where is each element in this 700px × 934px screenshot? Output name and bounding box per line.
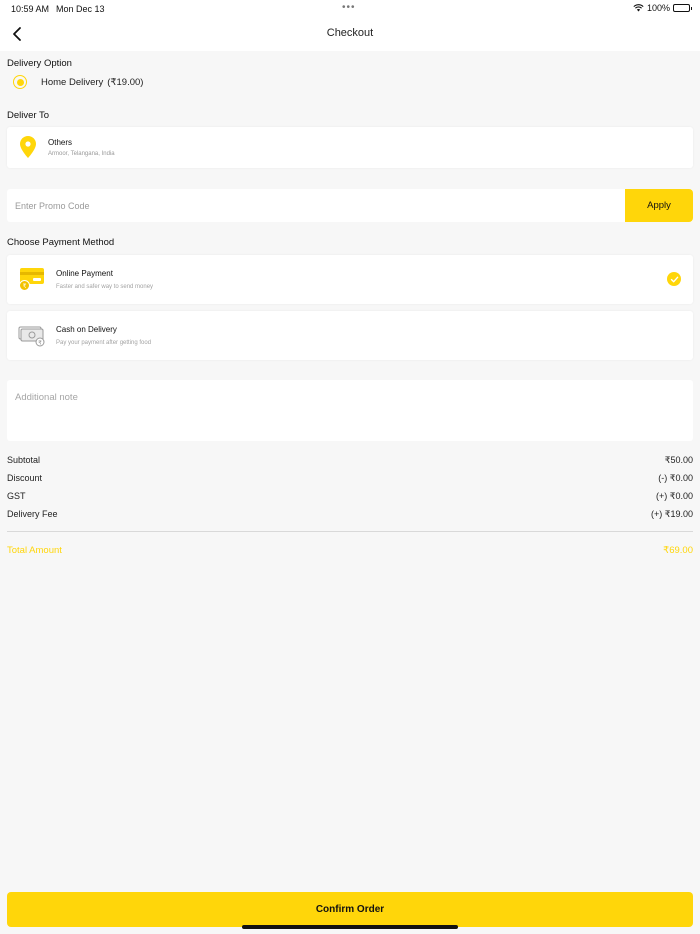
address-card[interactable]: Others Armoor, Telangana, India — [7, 127, 693, 168]
cod-subtitle: Pay your payment after getting food — [56, 340, 152, 346]
gst-label: GST — [7, 491, 26, 501]
multitask-dots-icon[interactable]: ••• — [342, 2, 356, 13]
page-title: Checkout — [326, 27, 374, 39]
summary-divider — [7, 531, 693, 532]
home-delivery-option[interactable]: Home Delivery (₹19.00) — [13, 75, 143, 89]
selected-check-icon — [667, 272, 681, 286]
home-delivery-label: Home Delivery — [41, 76, 104, 88]
address-text: Armoor, Telangana, India — [48, 151, 115, 157]
discount-value: (-) ₹0.00 — [658, 473, 693, 483]
svg-text:₹: ₹ — [38, 339, 42, 346]
payment-method-heading: Choose Payment Method — [7, 237, 115, 248]
gst-value: (+) ₹0.00 — [656, 491, 693, 501]
delivery-option-heading: Delivery Option — [7, 58, 72, 69]
additional-note-input[interactable] — [7, 380, 693, 441]
cash-icon: ₹ — [18, 326, 45, 347]
payment-option-online[interactable]: ₹ Online Payment Faster and safer way to… — [7, 255, 693, 304]
credit-card-icon: ₹ — [19, 268, 44, 291]
nav-bar: Checkout — [0, 18, 700, 51]
deliver-to-heading: Deliver To — [7, 110, 50, 121]
delivery-fee-label: Delivery Fee — [7, 509, 58, 519]
discount-label: Discount — [7, 473, 43, 483]
status-right: 100% — [633, 3, 692, 13]
battery-percent: 100% — [646, 3, 670, 13]
total-amount-value: ₹69.00 — [663, 545, 693, 556]
home-delivery-price: (₹19.00) — [107, 76, 144, 88]
svg-text:₹: ₹ — [23, 283, 27, 290]
confirm-order-button[interactable]: Confirm Order — [7, 892, 693, 927]
total-amount-label: Total Amount — [7, 545, 62, 556]
subtotal-label: Subtotal — [7, 455, 41, 465]
status-time: 10:59 AM — [11, 4, 50, 14]
promo-code-bar: Apply — [7, 189, 693, 222]
payment-option-cod[interactable]: ₹ Cash on Delivery Pay your payment afte… — [7, 311, 693, 360]
online-payment-subtitle: Faster and safer way to send money — [56, 284, 154, 290]
wifi-icon — [633, 4, 644, 12]
location-pin-icon — [20, 136, 36, 158]
home-indicator[interactable] — [242, 925, 458, 929]
battery-icon — [673, 4, 692, 12]
radio-selected-icon[interactable] — [13, 75, 27, 89]
status-bar: 10:59 AM Mon Dec 13 ••• 100% — [0, 0, 700, 18]
online-payment-title: Online Payment — [56, 269, 113, 278]
apply-promo-button[interactable]: Apply — [625, 189, 693, 222]
address-title: Others — [48, 138, 73, 147]
delivery-fee-value: (+) ₹19.00 — [651, 509, 693, 519]
subtotal-value: ₹50.00 — [664, 455, 693, 465]
promo-code-input[interactable] — [7, 189, 624, 222]
status-date: Mon Dec 13 — [56, 4, 105, 14]
cod-title: Cash on Delivery — [56, 325, 117, 334]
